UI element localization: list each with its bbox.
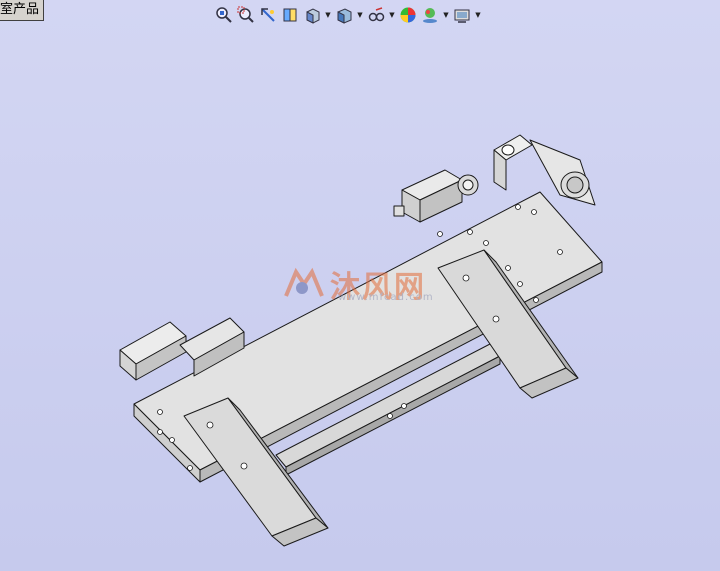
section-view-icon[interactable] [280, 5, 300, 25]
hide-show-items-icon[interactable] [366, 5, 386, 25]
view-settings-dropdown[interactable]: ▼ [474, 5, 482, 25]
display-style-icon[interactable] [334, 5, 354, 25]
apply-scene-dropdown[interactable]: ▼ [442, 5, 450, 25]
graphics-viewport[interactable]: 沐风网 www.mfcad.com 室产品 ▼ ▼ ▼ ▼ ▼ [0, 0, 720, 571]
watermark-url: www.mfcad.com [338, 292, 434, 303]
view-orientation-icon[interactable] [302, 5, 322, 25]
heads-up-view-toolbar: ▼ ▼ ▼ ▼ ▼ [214, 5, 482, 25]
watermark: 沐风网 www.mfcad.com [282, 262, 433, 306]
hide-show-items-dropdown[interactable]: ▼ [388, 5, 396, 25]
view-orientation-dropdown[interactable]: ▼ [324, 5, 332, 25]
edit-appearance-icon[interactable] [398, 5, 418, 25]
view-settings-icon[interactable] [452, 5, 472, 25]
watermark-logo-icon [284, 267, 324, 297]
apply-scene-icon[interactable] [420, 5, 440, 25]
display-style-dropdown[interactable]: ▼ [356, 5, 364, 25]
zoom-to-area-icon[interactable] [236, 5, 256, 25]
document-tab[interactable]: 室产品 [0, 0, 45, 21]
previous-view-icon[interactable] [258, 5, 278, 25]
zoom-to-fit-icon[interactable] [214, 5, 234, 25]
